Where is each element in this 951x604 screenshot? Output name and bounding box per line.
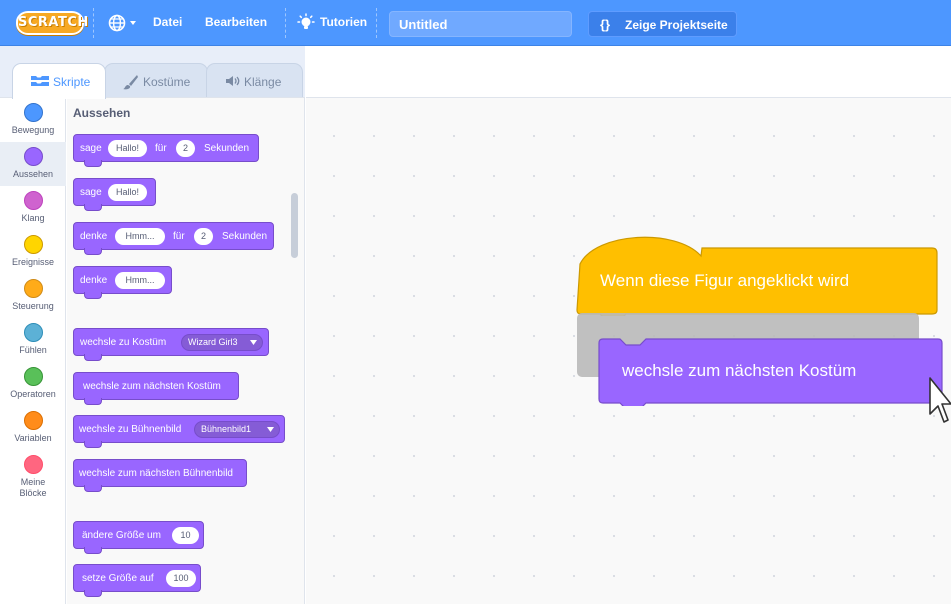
- dropdown-value: Wizard Girl3: [188, 337, 238, 347]
- block-input[interactable]: 100: [166, 570, 196, 587]
- block-change-size[interactable]: ändere Größe um 10: [73, 521, 204, 554]
- block-input[interactable]: 2: [176, 140, 195, 157]
- block-say-for-secs[interactable]: sage Hallo! für 2 Sekunden: [73, 134, 259, 167]
- tutorials-menu[interactable]: Tutorien: [320, 15, 367, 29]
- category-variables[interactable]: Variablen: [0, 406, 66, 450]
- dropdown-value: Bühnenbild1: [201, 424, 252, 434]
- tab-scripts[interactable]: Skripte: [12, 63, 106, 99]
- category-events[interactable]: Ereignisse: [0, 230, 66, 274]
- block-think[interactable]: denke Hmm...: [73, 266, 172, 299]
- block-input[interactable]: 10: [172, 527, 199, 544]
- category-dot: [24, 323, 43, 342]
- code-icon: [31, 76, 49, 86]
- category-label: Variablen: [14, 433, 52, 443]
- lightbulb-icon[interactable]: [296, 13, 316, 33]
- category-label: Fühlen: [19, 345, 47, 355]
- block-text: für: [155, 143, 167, 154]
- block-input[interactable]: Hallo!: [108, 140, 147, 157]
- block-input[interactable]: Hmm...: [115, 272, 165, 289]
- block-text: Sekunden: [222, 231, 268, 242]
- scratch-logo[interactable]: SCRATCH: [16, 11, 89, 35]
- dragged-block-label: wechsle zum nächsten Kostüm: [622, 361, 857, 380]
- language-menu[interactable]: [107, 13, 141, 33]
- block-text: sage: [80, 143, 102, 154]
- chevron-down-icon: [250, 340, 257, 345]
- block-think-for-secs[interactable]: denke Hmm... für 2 Sekunden: [73, 222, 274, 255]
- block-switch-backdrop[interactable]: wechsle zu Bühnenbild Bühnenbild1: [73, 415, 285, 448]
- category-dot: [24, 367, 43, 386]
- block-text: denke: [80, 275, 108, 286]
- block-input[interactable]: Hmm...: [115, 228, 165, 245]
- block-text: sage: [80, 187, 102, 198]
- block-text: ändere Größe um: [82, 530, 161, 541]
- see-project-page-label: Zeige Projektseite: [625, 18, 728, 32]
- category-label: Operatoren: [10, 389, 56, 399]
- editor-tabs: Skripte Kostüme Klänge: [0, 46, 305, 99]
- block-text: wechsle zu Kostüm: [80, 337, 167, 348]
- category-dot: [24, 411, 43, 430]
- category-dot: [24, 147, 43, 166]
- category-dot: [24, 191, 43, 210]
- hand-cursor-icon: [929, 377, 951, 423]
- code-brackets-icon: {}: [600, 17, 611, 32]
- category-label: Aussehen: [12, 169, 54, 179]
- menu-divider: [285, 8, 286, 38]
- category-menu: Bewegung Aussehen Klang Ereignisse Steue…: [0, 97, 66, 604]
- tab-sounds-label: Klänge: [244, 75, 282, 89]
- backdrop-dropdown[interactable]: Bühnenbild1: [194, 421, 280, 438]
- edit-menu[interactable]: Bearbeiten: [205, 15, 267, 29]
- category-my-blocks[interactable]: Meine Blöcke: [0, 450, 66, 504]
- category-motion[interactable]: Bewegung: [0, 98, 66, 142]
- chevron-down-icon: [267, 427, 274, 432]
- category-label: Klang: [21, 213, 45, 223]
- category-label: Bewegung: [11, 125, 55, 135]
- file-menu[interactable]: Datei: [153, 15, 182, 29]
- category-label: Steuerung: [12, 301, 54, 311]
- category-dot: [24, 279, 43, 298]
- block-set-size[interactable]: setze Größe auf 100: [73, 564, 201, 597]
- tab-costumes[interactable]: Kostüme: [104, 63, 208, 99]
- menu-bar: SCRATCH Datei Bearbeiten Tutorien Untitl…: [0, 0, 951, 46]
- globe-icon: [108, 14, 136, 32]
- menu-divider: [93, 8, 94, 38]
- block-text: denke: [80, 231, 108, 242]
- speaker-icon: [226, 76, 240, 86]
- block-say[interactable]: sage Hallo!: [73, 178, 156, 211]
- tab-costumes-label: Kostüme: [143, 75, 191, 89]
- block-text: setze Größe auf: [82, 573, 154, 584]
- project-title-input[interactable]: Untitled: [389, 11, 572, 37]
- costume-dropdown[interactable]: Wizard Girl3: [181, 334, 263, 351]
- block-next-costume[interactable]: wechsle zum nächsten Kostüm: [73, 372, 239, 405]
- block-palette: Aussehen sage Hallo! für 2 Sekunden sage…: [67, 97, 305, 604]
- tab-sounds[interactable]: Klänge: [206, 63, 303, 99]
- logo-text: SCRATCH: [18, 15, 89, 30]
- block-text: wechsle zu Bühnenbild: [79, 424, 182, 435]
- palette-scrollbar[interactable]: [291, 193, 298, 258]
- category-label: Ereignisse: [11, 257, 55, 267]
- category-looks[interactable]: Aussehen: [0, 142, 66, 186]
- block-switch-costume[interactable]: wechsle zu Kostüm Wizard Girl3: [73, 328, 269, 361]
- block-text: wechsle zum nächsten Bühnenbild: [79, 468, 233, 479]
- block-input[interactable]: 2: [194, 228, 213, 245]
- category-dot: [24, 235, 43, 254]
- tab-scripts-label: Skripte: [53, 75, 91, 89]
- menu-divider: [376, 8, 377, 38]
- palette-heading: Aussehen: [73, 106, 131, 120]
- category-label: Meine Blöcke: [19, 477, 47, 498]
- category-operators[interactable]: Operatoren: [0, 362, 66, 406]
- brush-icon: [123, 75, 138, 90]
- category-dot: [24, 103, 43, 122]
- block-input[interactable]: Hallo!: [108, 184, 147, 201]
- hat-block-label: Wenn diese Figur angeklickt wird: [600, 271, 850, 290]
- category-sensing[interactable]: Fühlen: [0, 318, 66, 362]
- category-dot: [24, 455, 43, 474]
- category-sound[interactable]: Klang: [0, 186, 66, 230]
- see-project-page-button[interactable]: {} Zeige Projektseite: [588, 11, 737, 37]
- category-control[interactable]: Steuerung: [0, 274, 66, 318]
- block-text: Sekunden: [204, 143, 250, 154]
- chevron-down-icon: [130, 21, 136, 25]
- block-text: für: [173, 231, 185, 242]
- block-text: wechsle zum nächsten Kostüm: [83, 381, 221, 392]
- block-next-backdrop[interactable]: wechsle zum nächsten Bühnenbild: [73, 459, 247, 492]
